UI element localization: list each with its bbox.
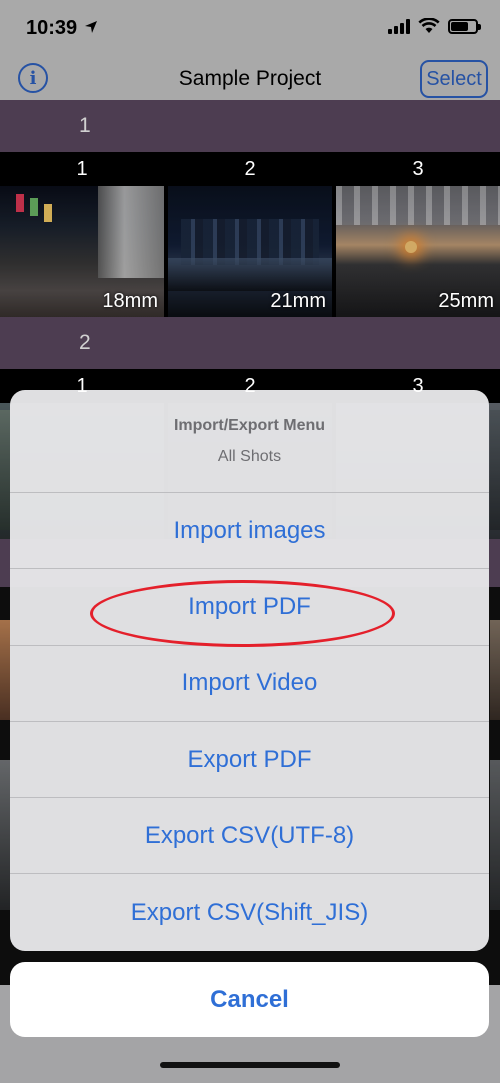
photo-number: 2 [244,375,256,397]
photo-number: 3 [412,375,424,397]
photo-focal-length: 25mm [438,290,494,312]
highlight-annotation-circle [90,580,395,647]
action-sheet-title: Import/Export Menu [173,416,326,434]
cancel-button[interactable]: Cancel [10,962,489,1037]
photo-focal-length: 21mm [270,290,326,312]
export-csv-utf8-option[interactable]: Export CSV(UTF-8) [10,798,489,875]
export-csv-shiftjis-option[interactable]: Export CSV(Shift_JIS) [10,874,489,950]
import-images-option[interactable]: Import images [10,493,489,570]
action-sheet-header: Import/Export Menu All Shots [10,390,489,493]
photo-number: 3 [412,158,424,180]
export-pdf-option[interactable]: Export PDF [10,722,489,799]
import-export-action-sheet: Import/Export Menu All Shots Import imag… [10,390,489,951]
photo-number: 1 [76,158,88,180]
photo-number: 2 [244,158,256,180]
import-video-option[interactable]: Import Video [10,646,489,722]
action-sheet-subtitle: All Shots [217,447,282,465]
photo-number: 1 [76,375,88,397]
home-indicator [160,1062,340,1068]
photo-focal-length: 18mm [102,290,158,312]
